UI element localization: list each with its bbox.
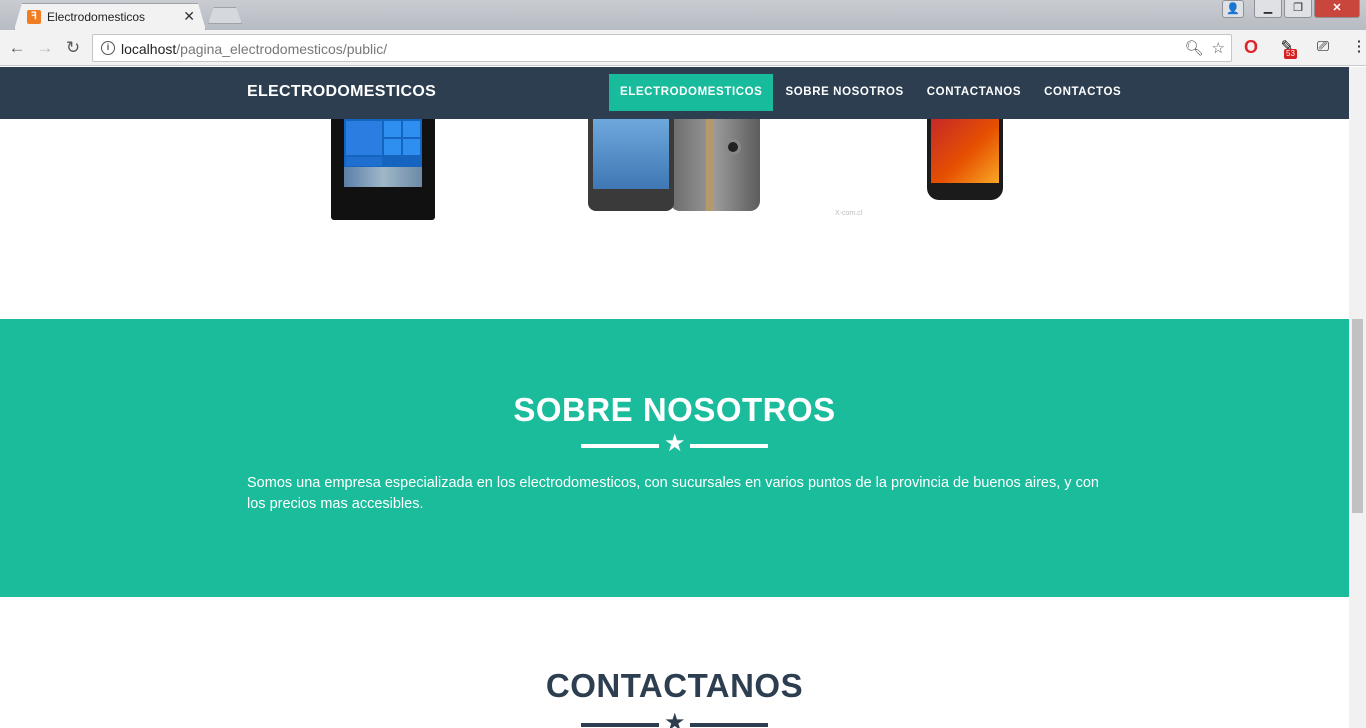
product-image-lumia[interactable] <box>331 119 435 220</box>
zoom-icon[interactable]: 🔍︎ <box>1185 39 1204 57</box>
reload-icon[interactable]: ↻ <box>62 37 84 59</box>
close-window-button[interactable]: ✕ <box>1314 0 1360 18</box>
product-image-galaxy[interactable] <box>588 119 674 211</box>
about-section: SOBRE NOSOTROS ★ Somos una empresa espec… <box>0 319 1349 597</box>
image-watermark: X-com.cl <box>835 210 863 217</box>
star-icon: ★ <box>664 709 686 728</box>
scrollbar-thumb[interactable] <box>1352 319 1363 513</box>
star-icon: ★ <box>664 430 686 457</box>
divider-line <box>581 444 659 448</box>
nav-item-contactos[interactable]: CONTACTOS <box>1033 74 1132 111</box>
extension-badge: 53 <box>1284 49 1297 59</box>
browser-tab[interactable]: ꟻ Electrodomesticos ✕ <box>14 3 206 30</box>
about-title: SOBRE NOSOTROS <box>513 391 836 428</box>
window-controls: 👤 ▁ ❐ ✕ <box>1222 0 1360 18</box>
star-divider: ★ <box>581 430 768 458</box>
extension-icon[interactable]: ✎ 53 <box>1276 36 1298 59</box>
page-scrollbar[interactable] <box>1349 67 1366 728</box>
url-path: /pagina_electrodomesticos/public/ <box>176 41 388 57</box>
nav-item-contactanos[interactable]: CONTACTANOS <box>916 74 1032 111</box>
new-tab-button[interactable] <box>208 7 242 24</box>
close-tab-icon[interactable]: ✕ <box>183 8 195 25</box>
phone-screen-photo <box>344 167 422 187</box>
phone-screen <box>593 119 669 189</box>
nav-item-sobre-nosotros[interactable]: SOBRE NOSOTROS <box>774 74 914 111</box>
contact-title: CONTACTANOS <box>545 667 804 704</box>
tab-title: Electrodomesticos <box>47 10 146 24</box>
phone-edge <box>706 119 714 211</box>
user-profile-icon[interactable]: 👤 <box>1222 0 1244 18</box>
address-bar[interactable]: i localhost/pagina_electrodomesticos/pub… <box>92 34 1232 62</box>
divider-line <box>690 444 768 448</box>
menu-dots-icon[interactable]: ⋮ <box>1348 36 1366 58</box>
cast-icon[interactable]: ⎚ <box>1312 36 1334 58</box>
product-image-moto[interactable] <box>927 119 1003 200</box>
opera-icon[interactable]: O <box>1240 36 1262 58</box>
site-navbar: ELECTRODOMESTICOS ELECTRODOMESTICOS SOBR… <box>0 67 1349 119</box>
site-brand[interactable]: ELECTRODOMESTICOS <box>247 83 436 101</box>
restore-button[interactable]: ❐ <box>1284 0 1312 18</box>
nav-menu: ELECTRODOMESTICOS SOBRE NOSOTROS CONTACT… <box>609 74 1133 111</box>
page-viewport: ELECTRODOMESTICOS ELECTRODOMESTICOS SOBR… <box>0 67 1349 728</box>
camera-lens <box>725 139 741 155</box>
product-image-galaxy-back[interactable] <box>670 119 760 211</box>
about-text: Somos una empresa especializada en los e… <box>247 475 1099 512</box>
star-divider: ★ <box>581 709 768 728</box>
products-section: X-com.cl <box>0 119 1349 319</box>
info-icon[interactable]: i <box>101 41 115 55</box>
xampp-icon: ꟻ <box>27 10 41 24</box>
browser-titlebar: ꟻ Electrodomesticos ✕ 👤 ▁ ❐ ✕ <box>0 0 1366 30</box>
divider-line <box>581 723 659 727</box>
forward-arrow-icon[interactable]: → <box>34 37 56 59</box>
back-arrow-icon[interactable]: ← <box>6 37 28 59</box>
browser-toolbar: ← → ↻ i localhost/pagina_electrodomestic… <box>0 30 1366 66</box>
url-text[interactable]: localhost/pagina_electrodomesticos/publi… <box>121 41 387 57</box>
nav-item-electrodomesticos[interactable]: ELECTRODOMESTICOS <box>609 74 774 111</box>
phone-screen <box>931 119 999 183</box>
url-host: localhost <box>121 41 177 57</box>
divider-line <box>690 723 768 727</box>
minimize-button[interactable]: ▁ <box>1254 0 1282 18</box>
bookmark-star-icon[interactable]: ☆ <box>1212 39 1225 57</box>
